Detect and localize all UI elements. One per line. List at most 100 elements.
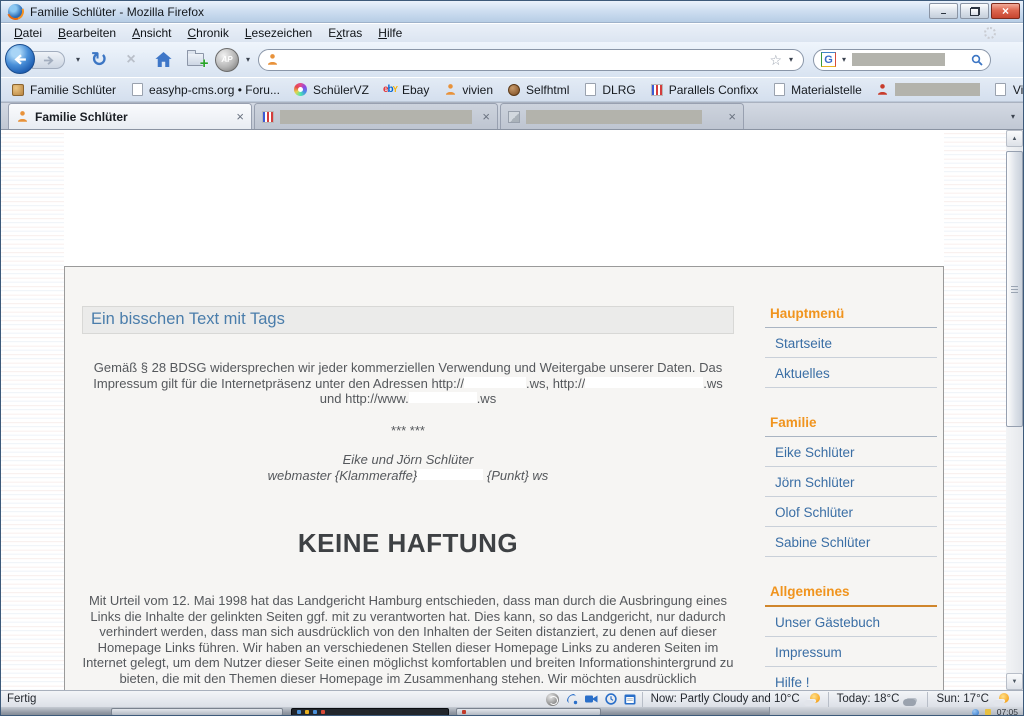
- sidebar-item-olof[interactable]: Olof Schlüter: [765, 497, 937, 527]
- scroll-down-button[interactable]: ▼: [1006, 673, 1023, 690]
- extension-button[interactable]: AP: [213, 46, 241, 74]
- bookmark-item[interactable]: Familie Schlüter: [4, 80, 123, 100]
- person-favicon: [16, 110, 29, 123]
- navigation-toolbar: ▾ ↻ × + AP ▾ ☆ ▾ G ▾: [1, 42, 1023, 77]
- sidebar-item-joern[interactable]: Jörn Schlüter: [765, 467, 937, 497]
- tab-close-icon[interactable]: ×: [728, 109, 736, 124]
- menu-bearbeiten[interactable]: Bearbeiten: [50, 25, 124, 41]
- google-engine-icon[interactable]: G: [821, 52, 836, 67]
- sidebar-item-aktuelles[interactable]: Aktuelles: [765, 358, 937, 388]
- vertical-scrollbar[interactable]: ▲ ▼: [1006, 130, 1023, 690]
- bookmark-item[interactable]: vivien: [436, 80, 500, 100]
- taskbar-button[interactable]: [456, 708, 601, 716]
- taskbar-icon: [297, 710, 301, 714]
- page-icon: [774, 83, 785, 96]
- parallels-icon: [651, 84, 663, 96]
- redacted-email: [417, 469, 483, 480]
- tray-icon[interactable]: [985, 709, 991, 715]
- bookmark-label: Ebay: [402, 83, 429, 97]
- weather-now[interactable]: Now: Partly Cloudy and 10°C: [642, 692, 828, 707]
- sidebar-item-startseite[interactable]: Startseite: [765, 328, 937, 358]
- menu-hilfe[interactable]: Hilfe: [370, 25, 410, 41]
- tray-orb-icon[interactable]: [972, 709, 979, 716]
- bookmark-item[interactable]: DLRG: [576, 80, 642, 100]
- tab-title: Familie Schlüter: [35, 110, 128, 124]
- redacted-url: [585, 377, 703, 388]
- camera-icon[interactable]: [585, 693, 598, 705]
- history-dropdown[interactable]: ▾: [73, 55, 83, 64]
- scrollbar-thumb[interactable]: [1006, 151, 1023, 427]
- menu-chronik[interactable]: Chronik: [179, 25, 236, 41]
- stop-icon: ×: [126, 51, 135, 69]
- reload-button[interactable]: ↻: [85, 46, 113, 74]
- tab-close-icon[interactable]: ×: [482, 109, 490, 124]
- forward-button[interactable]: [32, 51, 65, 69]
- window-title: Familie Schlüter - Mozilla Firefox: [30, 5, 204, 19]
- tab-title-redacted: [526, 110, 702, 124]
- bookmark-label: Parallels Confixx: [669, 83, 758, 97]
- sidebar-item-hilfe[interactable]: Hilfe !: [765, 667, 937, 690]
- tab-bar: Familie Schlüter × × × ▾: [1, 102, 1023, 130]
- search-box[interactable]: G ▾: [813, 49, 991, 71]
- menu-lesezeichen[interactable]: Lesezeichen: [237, 25, 320, 41]
- weather-sunday[interactable]: Sun: 17°C: [927, 692, 1017, 707]
- sidebar-item-gaestebuch[interactable]: Unser Gästebuch: [765, 607, 937, 637]
- extension-dropdown[interactable]: ▾: [243, 55, 253, 64]
- sidebar-item-eike[interactable]: Eike Schlüter: [765, 437, 937, 467]
- search-engine-dropdown[interactable]: ▾: [839, 55, 849, 64]
- taskbar-icon: [462, 710, 466, 714]
- storm-icon: [903, 693, 919, 706]
- satellite-icon[interactable]: [566, 693, 578, 705]
- arrow-right-icon: [42, 55, 55, 66]
- tab-2[interactable]: ×: [254, 103, 498, 129]
- stop-button[interactable]: ×: [117, 46, 145, 74]
- history-buttons: [1, 43, 73, 76]
- menu-ansicht[interactable]: Ansicht: [124, 25, 179, 41]
- back-button[interactable]: [5, 44, 35, 74]
- address-bar[interactable]: ☆ ▾: [258, 49, 804, 71]
- partly-cloudy-icon: [804, 693, 820, 706]
- bookmark-item[interactable]: Parallels Confixx: [643, 80, 765, 100]
- menu-datei[interactable]: Datei: [6, 25, 50, 41]
- notes-icon[interactable]: [624, 693, 636, 705]
- tab-close-icon[interactable]: ×: [236, 109, 244, 124]
- menu-extras[interactable]: Extras: [320, 25, 370, 41]
- weather-today[interactable]: Today: 18°C: [828, 692, 928, 707]
- address-dropdown[interactable]: ▾: [786, 55, 796, 64]
- sidebar-item-sabine[interactable]: Sabine Schlüter: [765, 527, 937, 557]
- system-tray: 07:05: [769, 707, 1023, 716]
- new-folder-button[interactable]: +: [181, 46, 209, 74]
- restore-button[interactable]: [960, 3, 989, 19]
- all-tabs-dropdown[interactable]: ▾: [1003, 110, 1023, 123]
- scrollbar-grip: [1011, 286, 1018, 293]
- tab-familie-schlueter[interactable]: Familie Schlüter ×: [8, 103, 252, 129]
- site-identity-icon[interactable]: [266, 53, 279, 66]
- close-button[interactable]: ×: [991, 3, 1020, 19]
- bookmark-item[interactable]: [869, 80, 987, 100]
- bookmark-item[interactable]: Videos: [987, 80, 1024, 100]
- page-icon: [585, 83, 596, 96]
- bookmark-star-icon[interactable]: ☆: [769, 53, 782, 67]
- bookmark-item[interactable]: SchülerVZ: [287, 80, 376, 100]
- taskbar-button[interactable]: [111, 708, 283, 716]
- search-icon[interactable]: [971, 54, 983, 66]
- globe-icon[interactable]: [546, 693, 559, 706]
- giraffe-icon: [12, 84, 24, 96]
- minimize-button[interactable]: –: [929, 3, 958, 19]
- taskbar-button-active[interactable]: [291, 708, 449, 716]
- sidebar-section-familie: Familie Eike Schlüter Jörn Schlüter Olof…: [765, 413, 937, 557]
- sidebar-item-impressum[interactable]: Impressum: [765, 637, 937, 667]
- tab-3[interactable]: ×: [500, 103, 744, 129]
- home-button[interactable]: [149, 46, 177, 74]
- taskbar: 07:05: [1, 707, 1023, 716]
- clock-icon[interactable]: [605, 693, 617, 705]
- bookmark-item[interactable]: Materialstelle: [765, 80, 869, 100]
- home-icon: [155, 52, 172, 67]
- bookmark-item[interactable]: easyhp-cms.org • Foru...: [123, 80, 287, 100]
- ap-logo-icon: AP: [215, 48, 239, 72]
- scroll-up-button[interactable]: ▲: [1006, 130, 1023, 147]
- bookmark-item[interactable]: ebY Ebay: [376, 80, 436, 100]
- bookmark-label: Selfhtml: [526, 83, 569, 97]
- tab-title-redacted: [280, 110, 472, 124]
- bookmark-item[interactable]: Selfhtml: [500, 80, 576, 100]
